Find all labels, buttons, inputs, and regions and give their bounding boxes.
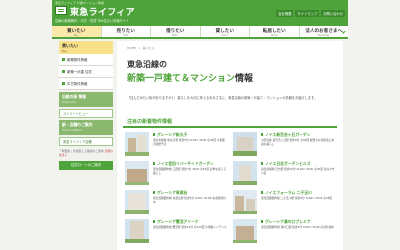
nav-item-lend[interactable]: 貸したい Lend: [201, 26, 250, 37]
property-card[interactable]: ノイエ日吉ガーデンヒルズ 東急東横線 日吉駅 徒歩10分 2LDK〜3LDK 全…: [233, 161, 337, 189]
util-link-company[interactable]: 会社概要: [276, 10, 294, 17]
breadcrumb-current: 買いたい: [142, 46, 155, 50]
sidebar: 買いたい Buy 新築物件情報 新築一戸建 住宅 中古物件情報 沿線の街 情報 …: [59, 41, 113, 250]
loan-info-button[interactable]: 住宅ローンのご案内: [59, 161, 113, 170]
bullet-icon: [62, 82, 65, 85]
sidebar-section-line-info: 沿線の街 情報 Tokyu Line: [59, 92, 113, 107]
nav-sub: Business: [318, 34, 330, 37]
bullet-icon: [62, 58, 65, 61]
nav-item-business[interactable]: 法人のお客さまへ Business: [300, 26, 349, 37]
nav-item-buy[interactable]: 買いたい Buy: [52, 26, 102, 37]
property-card[interactable]: ノイエフォーラム 二子玉川 東急田園都市線 二子玉川駅 徒歩6分 1LDK〜3L…: [233, 190, 337, 218]
page-title-rest: 情報: [235, 74, 254, 84]
property-card-description: 東急田園都市線 溝の口駅 徒歩5分 2LDK〜3LDK 好評分譲中: [261, 225, 334, 229]
sidebar-item-label: 新築一戸建 住宅: [67, 70, 92, 74]
property-card[interactable]: グレーシア青葉台 東急田園都市線 青葉台駅 徒歩9分 2LDK〜4LDK 先着順…: [125, 190, 229, 218]
nav-sub: Rent: [172, 34, 179, 37]
property-card[interactable]: グレーシア溝の口プレミア 東急田園都市線 溝の口駅 徒歩5分 2LDK〜3LDK…: [233, 219, 337, 247]
property-card-description: 東急田園都市線 青葉台駅 徒歩9分 2LDK〜4LDK 先着順受付中: [153, 196, 226, 204]
section-title-text: 注目の新着物件情報: [127, 119, 173, 125]
sidebar-item-used-property[interactable]: 中古物件情報: [59, 78, 113, 90]
property-card[interactable]: グレーシア鷺沼アリーナ 東急田園都市線 鷺沼駅 徒歩12分 全120邸 大規模レ…: [125, 219, 229, 247]
sidebar-section-shop: 駅・店舗のご案内 Shop & Station: [59, 120, 113, 135]
sidebar-note: 「駅徒歩」を指定して検索のご案内 沿線の住まい: [59, 149, 113, 157]
sidebar-subtitle: Buy: [62, 50, 67, 53]
nav-sub: Move: [270, 34, 278, 37]
property-card-description: 東急東横線 新丸子駅 徒歩5分 2LDK〜4LDK 全48邸 今春販売開始予定: [153, 138, 225, 146]
banner-label: 東急ライフィア店舗: [63, 140, 92, 144]
page-title-line2: 新築一戸建て＆マンション情報: [127, 71, 253, 84]
sidebar-item-label: 新築物件情報: [67, 58, 88, 62]
property-card-description: 東急東横線 日吉駅 徒歩10分 2LDK〜3LDK 全40邸 住みやすい街: [261, 167, 335, 175]
building-photo-icon[interactable]: [125, 132, 149, 156]
property-card[interactable]: ノイエ荏田リバーサイドガーデン 東急田園都市線 江田駅 徒歩7分 3LDK 全6…: [125, 161, 229, 189]
building-photo-icon[interactable]: [125, 161, 149, 185]
building-photo-icon[interactable]: [233, 161, 257, 185]
breadcrumb-home[interactable]: HOME: [127, 46, 136, 50]
section-title-new-arrivals: 注目の新着物件情報: [123, 116, 337, 128]
site-logo-text[interactable]: 東急ライフィア: [70, 5, 135, 18]
building-photo-icon[interactable]: [125, 190, 149, 214]
nav-item-rent[interactable]: 借りたい Rent: [151, 26, 201, 37]
page-title-emphasis: 新築一戸建て＆マンション: [127, 74, 236, 84]
sidebar-section-title: 沿線の街 情報: [62, 94, 87, 99]
banner-label: ストリートビュー: [63, 112, 89, 116]
sidebar-item-new-property[interactable]: 新築物件情報: [59, 54, 113, 66]
global-nav: 買いたい Buy 売りたい Sell 借りたい Rent 貸したい Lend 転…: [52, 26, 348, 39]
property-card-description: 小田急線 新百合ヶ丘駅 徒歩8分 全96邸 緑豊かな住環境と快適な暮らし: [261, 138, 335, 146]
property-card[interactable]: ノイエ新百合ヶ丘ガーデン 小田急線 新百合ヶ丘駅 徒歩8分 全96邸 緑豊かな住…: [233, 132, 337, 160]
sidebar-banner-shop[interactable]: 東急ライフィア店舗: [59, 137, 113, 146]
property-card[interactable]: グレーシア新丸子 東急東横線 新丸子駅 徒歩5分 2LDK〜4LDK 全48邸 …: [125, 132, 229, 160]
nav-sub: Sell: [123, 34, 129, 37]
property-card-description: 東急田園都市線 鷺沼駅 徒歩12分 全120邸 大規模レジデンス: [153, 225, 227, 229]
logo-icon[interactable]: [55, 6, 67, 15]
sidebar-title: 買いたい: [62, 43, 78, 48]
page: 東急ライフィア 分譲マンション情報 東急ライフィア 沿線の新築物件・中古・賃貸 …: [0, 0, 400, 250]
utility-links: 会社概要 サイトマップ お問い合わせ: [276, 10, 345, 17]
sidebar-header: 買いたい Buy: [59, 41, 113, 54]
building-photo-icon[interactable]: [233, 190, 257, 214]
util-link-sitemap[interactable]: サイトマップ: [295, 10, 320, 17]
intro-text: 「住んでみたい街がありますか?」 暮らしを大切に考えるみなさまに、東急沿線の新築…: [127, 96, 318, 100]
site-header: 東急ライフィア 分譲マンション情報 東急ライフィア 沿線の新築物件・中古・賃貸 …: [52, 0, 348, 26]
header-subtitle: 沿線の新築物件・中古・賃貸 TKK住まい情報サイト: [55, 19, 130, 23]
sidebar-banner-streetview[interactable]: ストリートビュー: [59, 109, 113, 118]
nav-sub: Buy: [73, 34, 79, 37]
sidebar-section-subtitle: Tokyu Line: [62, 101, 76, 104]
main-content: HOME > 買いたい 東急沿線の 新築一戸建て＆マンション情報 「住んでみたい街が…: [117, 41, 343, 250]
nav-sub: Lend: [221, 34, 228, 37]
bullet-icon: [62, 70, 65, 73]
nav-item-sell[interactable]: 売りたい Sell: [102, 26, 151, 37]
property-card-description: 東急田園都市線 江田駅 徒歩7分 3LDK 全64邸 四季を感じる暮らし: [153, 167, 226, 175]
sidebar-section-subtitle: Shop & Station: [62, 129, 82, 132]
property-card-description: 東急田園都市線 二子玉川駅 徒歩6分 1LDK〜3LDK 全28邸: [261, 196, 332, 200]
building-photo-icon[interactable]: [233, 219, 257, 243]
sidebar-item-new-house[interactable]: 新築一戸建 住宅: [59, 66, 113, 78]
sidebar-item-label: 中古物件情報: [67, 82, 88, 86]
building-photo-icon[interactable]: [125, 219, 149, 243]
nav-item-move[interactable]: 転居したい Move: [250, 26, 300, 37]
breadcrumb: HOME > 買いたい: [127, 46, 155, 50]
util-link-contact[interactable]: お問い合わせ: [321, 10, 345, 17]
building-photo-icon[interactable]: [233, 132, 257, 156]
page-title-line1: 東急沿線の: [127, 60, 167, 69]
sidebar-section-title: 駅・店舗のご案内: [62, 122, 93, 127]
